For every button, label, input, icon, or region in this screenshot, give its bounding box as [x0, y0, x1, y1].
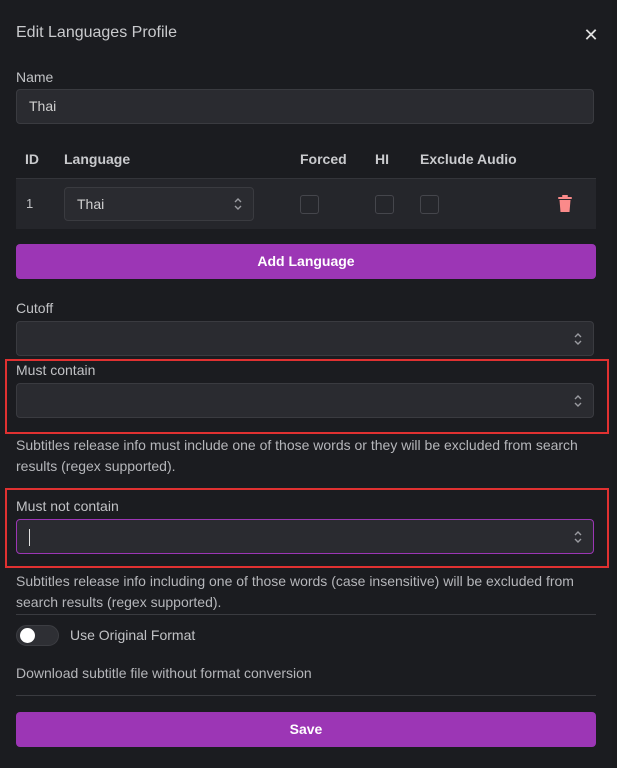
use-original-format-description: Download subtitle file without format co…: [16, 665, 312, 681]
name-input[interactable]: Thai: [16, 89, 594, 124]
modal-title: Edit Languages Profile: [16, 24, 177, 41]
use-original-format-toggle[interactable]: [16, 625, 59, 646]
save-button[interactable]: Save: [16, 712, 596, 747]
hi-checkbox[interactable]: [375, 195, 394, 214]
table-header-forced: Forced: [300, 151, 347, 167]
table-header-exclude-audio: Exclude Audio: [420, 151, 517, 167]
must-contain-input[interactable]: [16, 383, 594, 418]
name-input-value: Thai: [29, 98, 57, 114]
table-header-language: Language: [64, 151, 131, 167]
cutoff-label: Cutoff: [16, 300, 54, 316]
exclude-audio-checkbox[interactable]: [420, 195, 439, 214]
must-not-contain-label: Must not contain: [16, 498, 119, 514]
table-row: 1 Thai: [16, 178, 596, 229]
table-header-hi: HI: [375, 151, 389, 167]
must-contain-label: Must contain: [16, 362, 96, 378]
must-contain-description: Subtitles release info must include one …: [16, 437, 578, 474]
name-label: Name: [16, 69, 54, 85]
divider: [16, 614, 596, 615]
edit-languages-profile-modal: Edit Languages Profile ✕ Name Thai ID La…: [0, 0, 612, 768]
language-select[interactable]: Thai: [64, 187, 254, 221]
trash-icon[interactable]: [556, 194, 574, 214]
use-original-format-label: Use Original Format: [70, 627, 196, 643]
chevron-updown-icon: [573, 330, 583, 348]
forced-checkbox[interactable]: [300, 195, 319, 214]
close-icon[interactable]: ✕: [581, 25, 601, 45]
divider: [16, 695, 596, 696]
chevron-updown-icon: [573, 528, 583, 546]
add-language-button[interactable]: Add Language: [16, 244, 596, 279]
text-cursor: [29, 529, 30, 546]
must-not-contain-input[interactable]: [16, 519, 594, 554]
cutoff-select[interactable]: [16, 321, 594, 356]
chevron-updown-icon: [573, 392, 583, 410]
must-not-contain-description: Subtitles release info including one of …: [16, 573, 574, 610]
language-select-value: Thai: [77, 196, 105, 212]
toggle-knob: [20, 628, 35, 643]
chevron-updown-icon: [233, 195, 243, 213]
table-header-id: ID: [25, 151, 39, 167]
row-id: 1: [26, 196, 34, 211]
